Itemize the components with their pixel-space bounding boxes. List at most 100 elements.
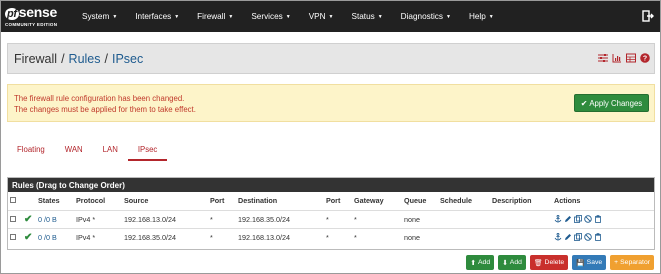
breadcrumb-rules[interactable]: Rules — [69, 52, 101, 66]
arrow-down-icon: ⬇ — [502, 259, 508, 267]
help-icon[interactable]: ? — [640, 53, 650, 63]
caret-down-icon: ▼ — [228, 13, 234, 20]
nav-firewall[interactable]: Firewall ▼ — [188, 1, 242, 32]
chart-icon[interactable] — [612, 53, 622, 63]
nav-help[interactable]: Help ▼ — [460, 1, 503, 32]
table-row[interactable]: ✔ 0 /0 B IPv4 * 192.168.35.0/24 * 192.16… — [8, 227, 654, 246]
caret-down-icon: ▼ — [174, 13, 180, 20]
trash-icon[interactable] — [594, 233, 602, 242]
logo-pf: pf — [5, 8, 19, 20]
col-status — [22, 192, 36, 210]
edit-pencil-icon[interactable] — [564, 215, 572, 223]
table-row[interactable]: ✔ 0 /0 B IPv4 * 192.168.13.0/24 * 192.16… — [8, 209, 654, 228]
save-button[interactable]: 💾 Save — [572, 255, 607, 270]
anchor-icon[interactable] — [554, 215, 562, 223]
col-description: Description — [492, 196, 532, 206]
col-destination: Destination — [238, 196, 278, 206]
disable-icon[interactable] — [584, 215, 592, 223]
col-gateway: Gateway — [354, 196, 384, 206]
table-icon[interactable] — [626, 53, 636, 63]
tab-lan[interactable]: LAN — [93, 139, 128, 161]
protocol-cell: IPv4 * — [74, 209, 122, 228]
nav-vpn[interactable]: VPN ▼ — [300, 1, 343, 32]
logo-text: sense — [18, 4, 58, 20]
breadcrumb-ipsec[interactable]: IPsec — [112, 52, 143, 66]
sliders-icon[interactable] — [598, 53, 608, 63]
source-port-cell: * — [208, 227, 236, 246]
nav-system[interactable]: System ▼ — [73, 1, 126, 32]
caret-down-icon: ▼ — [285, 13, 291, 20]
nav-services[interactable]: Services ▼ — [242, 1, 299, 32]
source-port-cell: * — [208, 209, 236, 228]
select-all-checkbox[interactable] — [10, 197, 16, 204]
alert-line-2: The changes must be applied for them to … — [14, 105, 196, 114]
logo-subtitle: COMMUNITY EDITION — [5, 22, 58, 27]
source-cell: 192.168.13.0/24 — [122, 209, 208, 228]
col-actions: Actions — [554, 196, 581, 206]
add-top-button[interactable]: ⬆ Add — [466, 255, 495, 270]
row-checkbox[interactable] — [10, 215, 16, 222]
add-bottom-button[interactable]: ⬇ Add — [498, 255, 526, 270]
caret-down-icon: ▼ — [488, 13, 494, 20]
trash-icon[interactable] — [594, 215, 602, 223]
separator-button[interactable]: + Separator — [610, 255, 654, 270]
alert-line-1: The firewall rule configuration has been… — [14, 94, 185, 103]
table-header-row: States Protocol Source Port Destination … — [8, 192, 654, 210]
copy-icon[interactable] — [574, 215, 582, 223]
col-source: Source — [124, 196, 149, 206]
source-cell: 192.168.35.0/24 — [122, 227, 208, 246]
queue-cell: none — [402, 227, 438, 246]
check-icon: ✔ — [580, 98, 588, 108]
nav-interfaces[interactable]: Interfaces ▼ — [126, 1, 188, 32]
breadcrumb-firewall[interactable]: Firewall — [14, 52, 57, 66]
delete-button[interactable]: 🗑 Delete — [529, 255, 569, 270]
save-icon: 💾 — [576, 259, 585, 267]
schedule-cell — [438, 209, 490, 228]
enabled-check-icon: ✔ — [24, 213, 33, 225]
pfsense-logo[interactable]: pf sense COMMUNITY EDITION — [1, 1, 73, 32]
arrow-up-icon: ⬆ — [470, 259, 476, 267]
copy-icon[interactable] — [574, 233, 582, 242]
caret-down-icon: ▼ — [328, 13, 334, 20]
gateway-cell: * — [352, 209, 402, 228]
rules-table: States Protocol Source Port Destination … — [8, 192, 654, 246]
panel-title: Rules (Drag to Change Order) — [8, 178, 654, 192]
col-queue: Queue — [404, 196, 427, 206]
caret-down-icon: ▼ — [377, 13, 383, 20]
caret-down-icon: ▼ — [112, 13, 118, 20]
logout-icon[interactable] — [642, 10, 654, 22]
disable-icon[interactable] — [584, 233, 592, 241]
edit-pencil-icon[interactable] — [564, 233, 572, 241]
nav-diagnostics[interactable]: Diagnostics ▼ — [392, 1, 460, 32]
gateway-cell: * — [352, 227, 402, 246]
nav-status[interactable]: Status ▼ — [343, 1, 392, 32]
destination-port-cell: * — [324, 227, 352, 246]
breadcrumb-separator: / — [104, 51, 108, 66]
svg-text:?: ? — [643, 56, 647, 63]
apply-changes-button[interactable]: ✔ Apply Changes — [574, 94, 649, 112]
bottom-button-row: ⬆ Add ⬇ Add 🗑 Delete 💾 Save + Separator — [466, 255, 654, 270]
tab-wan[interactable]: WAN — [55, 139, 93, 161]
rules-panel: Rules (Drag to Change Order) States Prot… — [7, 177, 655, 250]
description-cell — [490, 209, 552, 228]
states-link[interactable]: 0 /0 B — [38, 233, 57, 242]
anchor-icon[interactable] — [554, 233, 562, 241]
col-destination-port: Port — [326, 196, 341, 206]
interface-tabs: Floating WAN LAN IPsec — [7, 139, 168, 161]
schedule-cell — [438, 227, 490, 246]
col-source-port: Port — [210, 196, 225, 206]
row-checkbox[interactable] — [10, 233, 16, 240]
states-link[interactable]: 0 /0 B — [38, 215, 57, 224]
tab-floating[interactable]: Floating — [7, 139, 55, 161]
protocol-cell: IPv4 * — [74, 227, 122, 246]
queue-cell: none — [402, 209, 438, 228]
description-cell — [490, 227, 552, 246]
tab-ipsec[interactable]: IPsec — [127, 139, 168, 161]
col-protocol: Protocol — [76, 196, 106, 206]
destination-cell: 192.168.35.0/24 — [236, 209, 324, 228]
destination-port-cell: * — [324, 209, 352, 228]
col-schedule: Schedule — [440, 196, 472, 206]
plus-icon: + — [614, 259, 619, 266]
enabled-check-icon: ✔ — [24, 231, 33, 243]
trash-icon: 🗑 — [533, 259, 543, 267]
